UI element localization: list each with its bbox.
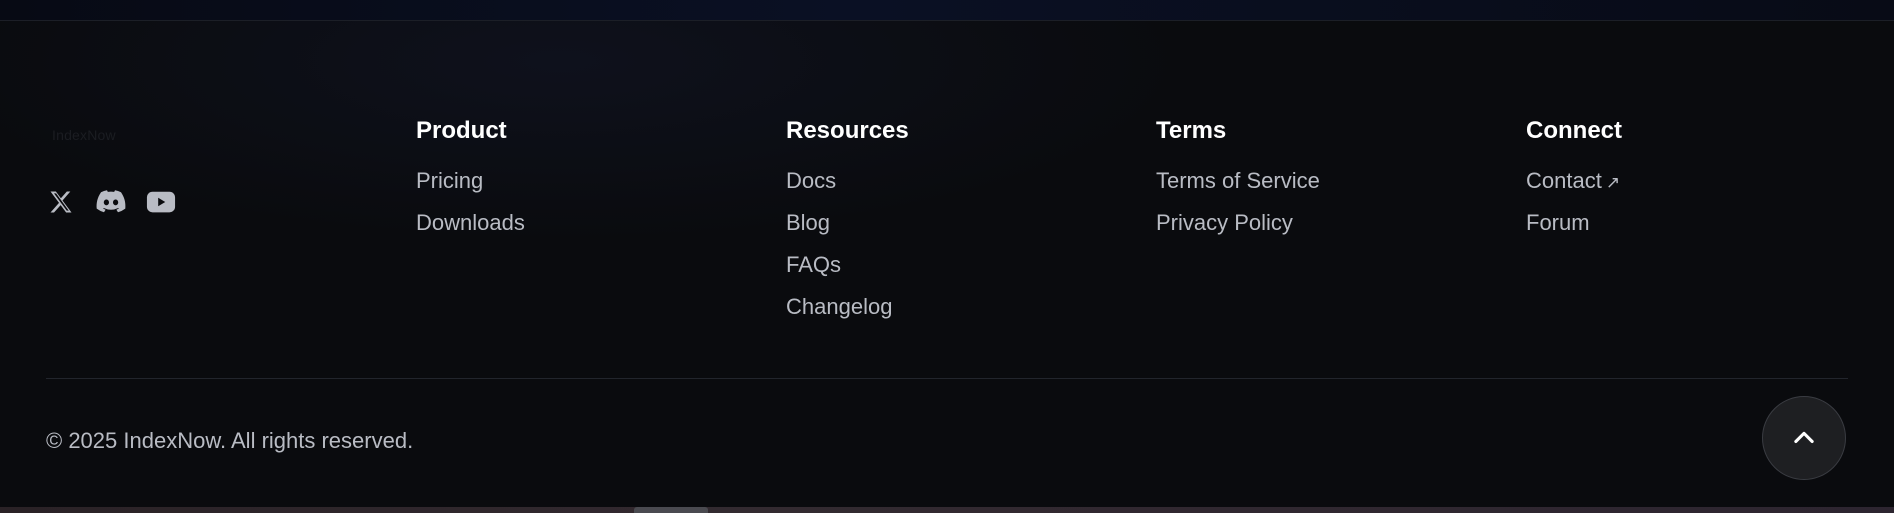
link-blog[interactable]: Blog	[786, 210, 830, 235]
link-faqs[interactable]: FAQs	[786, 252, 841, 277]
youtube-icon[interactable]	[146, 187, 176, 217]
link-forum[interactable]: Forum	[1526, 210, 1590, 235]
chevron-up-icon	[1794, 431, 1814, 444]
column-title-product: Product	[416, 117, 507, 144]
link-contact[interactable]: Contact ↗	[1526, 168, 1620, 193]
footer-column-connect: Connect Contact ↗ Forum	[1526, 117, 1622, 251]
footer-divider	[46, 378, 1848, 379]
link-changelog[interactable]: Changelog	[786, 294, 892, 319]
link-terms-of-service[interactable]: Terms of Service	[1156, 168, 1320, 193]
bottom-edge-bar	[0, 507, 1894, 513]
column-title-terms: Terms	[1156, 117, 1227, 144]
footer-logo[interactable]: IndexNow	[52, 127, 116, 143]
link-pricing[interactable]: Pricing	[416, 168, 483, 193]
site-footer: IndexNow Product Pricing Downloads Resou…	[0, 21, 1894, 507]
column-title-resources: Resources	[786, 117, 909, 144]
social-links	[46, 187, 176, 217]
footer-column-resources: Resources Docs Blog FAQs Changelog	[786, 117, 909, 335]
bottom-scroll-handle[interactable]	[634, 507, 708, 513]
footer-column-product: Product Pricing Downloads	[416, 117, 525, 251]
footer-column-terms: Terms Terms of Service Privacy Policy	[1156, 117, 1320, 251]
copyright-text: © 2025 IndexNow. All rights reserved.	[46, 428, 414, 453]
link-privacy-policy[interactable]: Privacy Policy	[1156, 210, 1293, 235]
link-contact-label: Contact	[1526, 168, 1602, 193]
x-twitter-icon[interactable]	[46, 187, 76, 217]
top-edge-strip	[0, 0, 1894, 21]
link-docs[interactable]: Docs	[786, 168, 836, 193]
column-title-connect: Connect	[1526, 117, 1622, 144]
link-downloads[interactable]: Downloads	[416, 210, 525, 235]
scroll-to-top-button[interactable]	[1762, 396, 1846, 480]
discord-icon[interactable]	[96, 187, 126, 217]
external-link-arrow-icon: ↗	[1605, 173, 1621, 192]
